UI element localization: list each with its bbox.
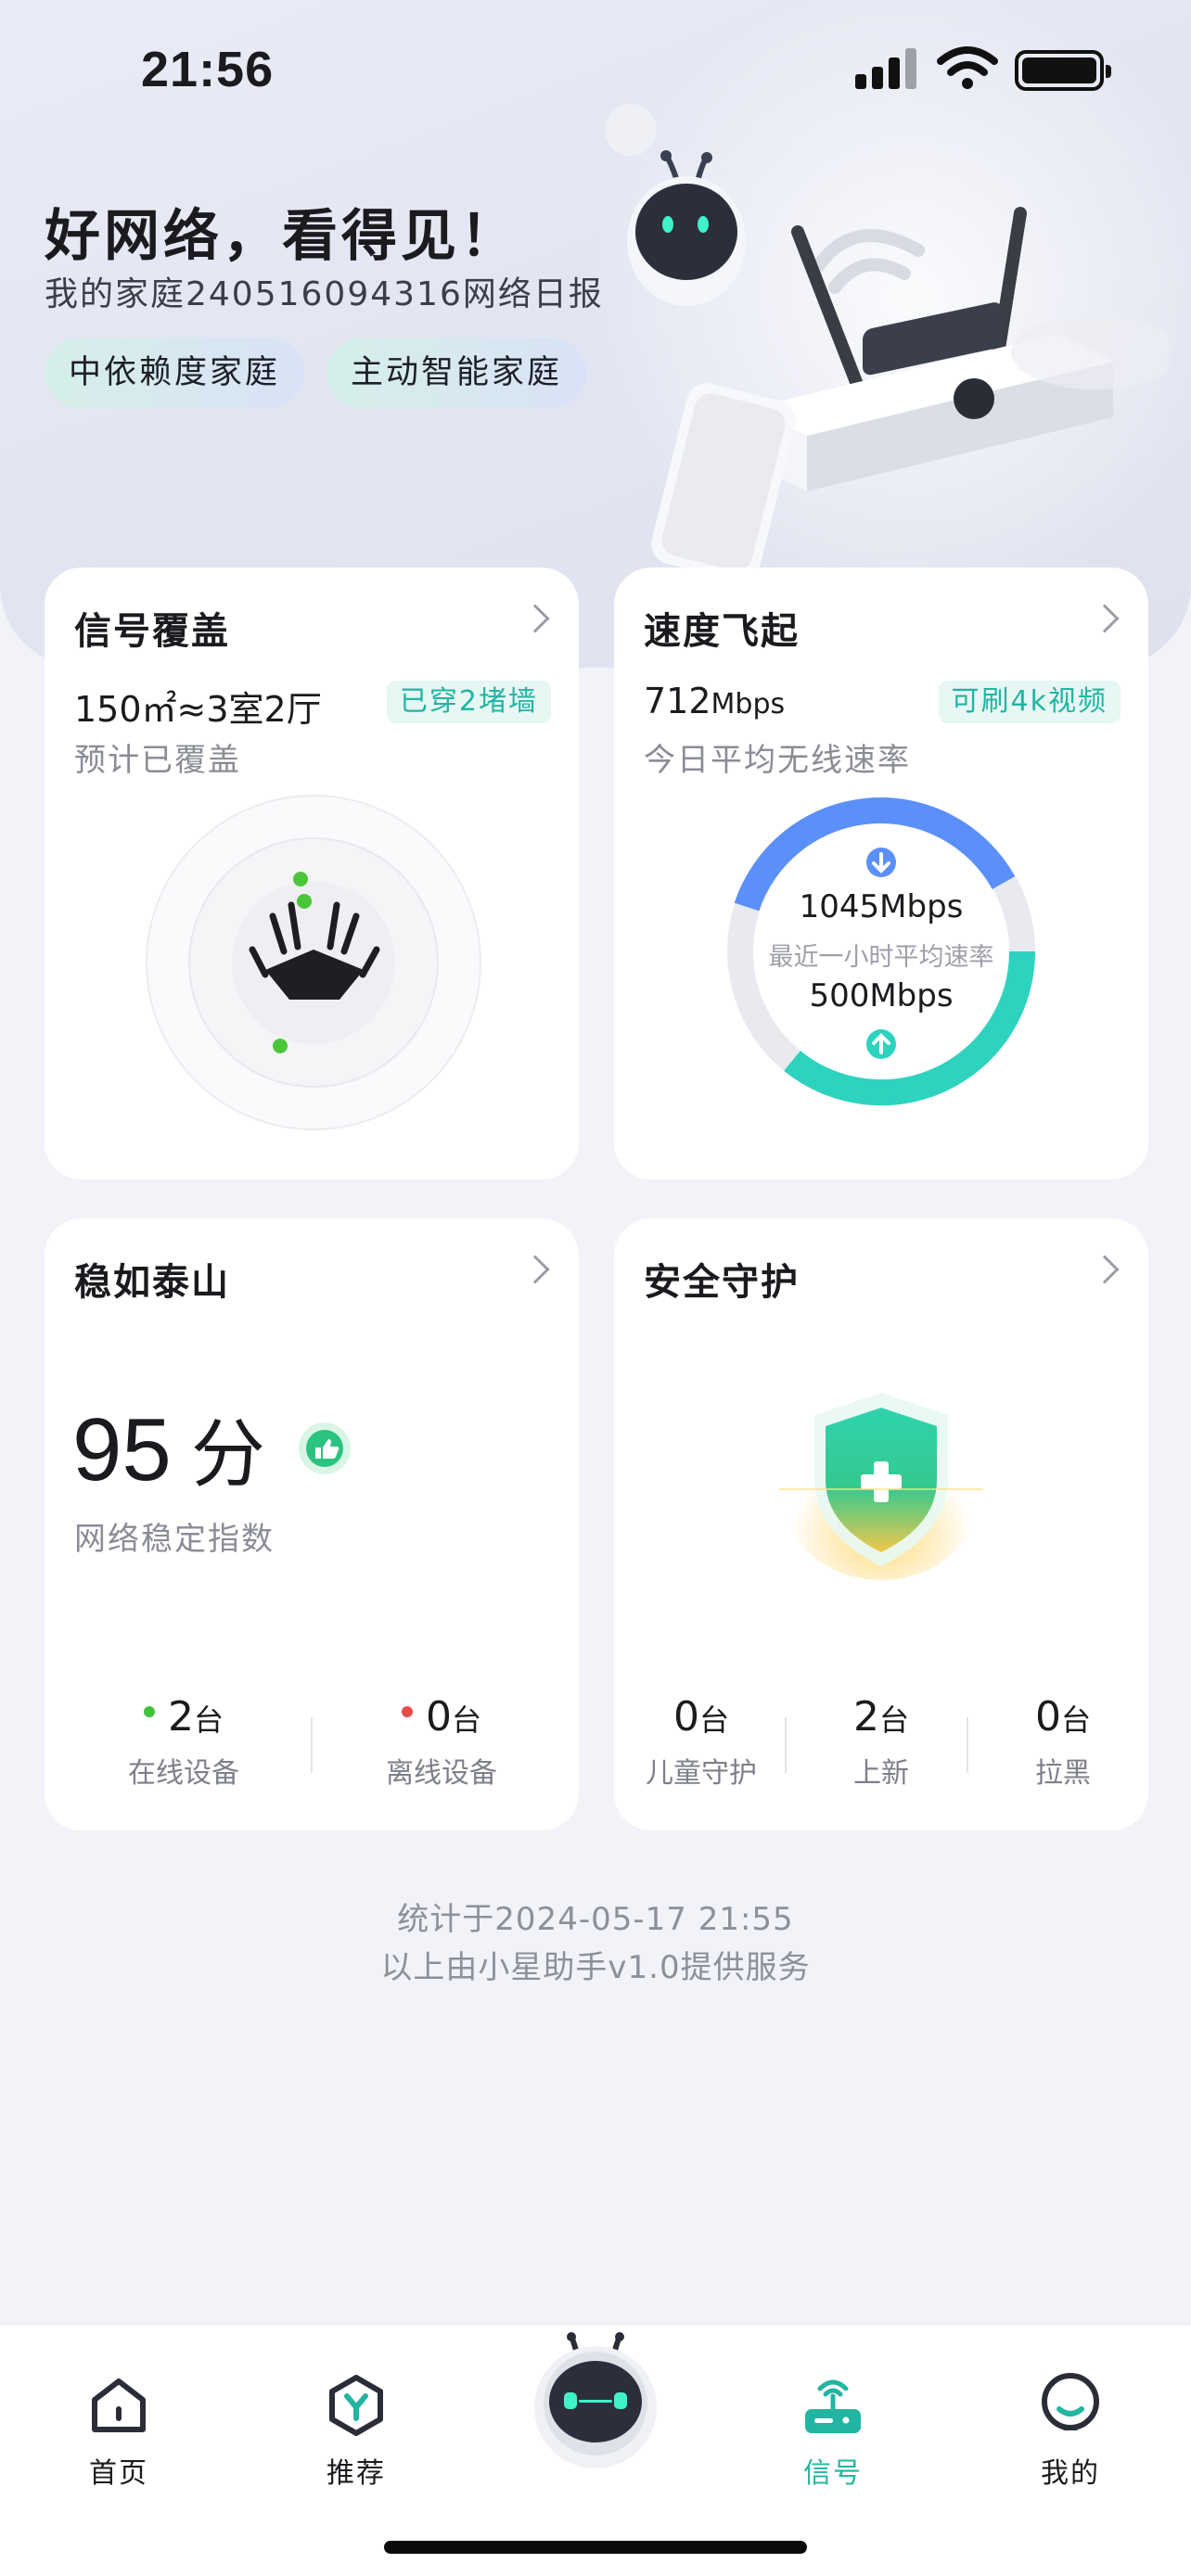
score-unit: 分 (190, 1411, 265, 1498)
card-title: 安全守护 (644, 1261, 800, 1304)
offline-devices[interactable]: 0台 离线设备 (339, 1693, 544, 1791)
coverage-caption: 预计已覆盖 (74, 742, 241, 779)
child-guard-stat[interactable]: 0台 儿童守护 (627, 1693, 775, 1791)
profile-icon (1042, 2373, 1099, 2430)
card-title: 信号覆盖 (74, 610, 230, 653)
stats-timestamp: 统计于2024-05-17 21:55 (397, 1901, 794, 1938)
new-devices-label: 上新 (853, 1757, 909, 1790)
tab-home[interactable]: 首页 (45, 2372, 193, 2491)
tab-recommend[interactable]: 推荐 (282, 2372, 430, 2491)
home-indicator[interactable] (384, 2541, 807, 2554)
hero-title: 好网络，看得见！ (45, 204, 519, 269)
download-speed: 1045Mbps (799, 888, 964, 925)
tab-label: 信号 (803, 2457, 863, 2490)
offline-label: 离线设备 (386, 1757, 497, 1790)
online-label: 在线设备 (128, 1757, 239, 1790)
blocked-unit: 台 (1060, 1702, 1091, 1738)
hero-subtitle: 我的家庭240516094316网络日报 (45, 275, 604, 313)
chevron-right-icon (1090, 1255, 1120, 1284)
stat-divider (785, 1717, 787, 1773)
blocked-stat[interactable]: 0台 拉黑 (989, 1693, 1137, 1791)
stat-divider (967, 1717, 968, 1773)
service-credit: 以上由小星助手v1.0提供服务 (380, 1949, 811, 1986)
status-time: 21:56 (141, 42, 275, 97)
coverage-area: 150㎡≈3室2厅 (74, 689, 322, 730)
blocked-label: 拉黑 (1035, 1757, 1091, 1790)
home-icon (92, 2378, 146, 2432)
stability-score: 95 分 (72, 1395, 265, 1502)
router-illustration (651, 207, 1169, 581)
offline-count: 0 (425, 1693, 452, 1741)
recommend-icon (329, 2375, 383, 2436)
average-speed: 712Mbps (644, 681, 785, 721)
coverage-radar (146, 795, 481, 1130)
security-shield-icon (779, 1393, 983, 1580)
gauge-caption: 最近一小时平均速率 (768, 943, 994, 972)
chevron-right-icon (520, 1255, 550, 1284)
tab-label: 推荐 (327, 2457, 386, 2490)
card-security[interactable]: 安全守护 0台 儿童守护 2台 上新 0台 拉黑 (614, 1218, 1148, 1830)
speed-caption: 今日平均无线速率 (644, 742, 911, 779)
tag-smart-home: 主动智能家庭 (327, 338, 587, 408)
offline-dot-icon (401, 1706, 413, 1717)
card-title: 稳如泰山 (74, 1261, 230, 1304)
tag-dependency: 中依赖度家庭 (45, 338, 305, 408)
online-dot-icon (143, 1706, 155, 1717)
card-speed[interactable]: 速度飞起 712Mbps 可刷4k视频 今日平均无线速率 1045Mbps 最近… (614, 567, 1148, 1180)
child-guard-unit: 台 (698, 1702, 729, 1738)
new-devices-stat[interactable]: 2台 上新 (807, 1693, 955, 1791)
card-stability[interactable]: 稳如泰山 95 分 网络稳定指数 2台 在线设备 0台 离线设备 (45, 1218, 579, 1830)
walls-badge: 已穿2堵墙 (386, 681, 551, 723)
hero-tags: 中依赖度家庭 主动智能家庭 (45, 338, 587, 408)
child-guard-count: 0 (672, 1693, 699, 1741)
online-devices[interactable]: 2台 在线设备 (82, 1693, 286, 1791)
battery-icon (1015, 50, 1111, 91)
online-unit: 台 (193, 1702, 224, 1738)
card-signal-coverage[interactable]: 信号覆盖 150㎡≈3室2厅 已穿2堵墙 预计已覆盖 (45, 567, 579, 1180)
blocked-count: 0 (1034, 1693, 1061, 1741)
chevron-right-icon (520, 604, 550, 633)
stat-divider (311, 1717, 313, 1773)
average-speed-unit: Mbps (711, 688, 786, 721)
upload-speed: 500Mbps (809, 977, 954, 1014)
router-signal-icon (805, 2379, 861, 2433)
thumbs-up-icon (299, 1422, 351, 1474)
tab-profile[interactable]: 我的 (996, 2372, 1145, 2491)
offline-unit: 台 (451, 1702, 481, 1738)
new-devices-count: 2 (852, 1693, 879, 1741)
stability-caption: 网络稳定指数 (74, 1521, 275, 1558)
tab-signal[interactable]: 信号 (759, 2372, 907, 2491)
online-count: 2 (167, 1693, 194, 1741)
status-bar: 21:56 (0, 0, 1191, 139)
chevron-right-icon (1090, 604, 1120, 633)
bottom-tab-bar: 首页 推荐 信号 我的 (0, 2326, 1191, 2576)
tab-label: 首页 (89, 2457, 148, 2490)
child-guard-label: 儿童守护 (646, 1757, 757, 1790)
card-title: 速度飞起 (644, 610, 800, 653)
4k-badge: 可刷4k视频 (938, 681, 1121, 723)
wifi-icon (937, 46, 998, 89)
robot-assistant-icon (534, 2332, 657, 2468)
tab-assistant[interactable] (521, 2326, 670, 2478)
average-speed-value: 712 (644, 681, 711, 721)
tab-label: 我的 (1041, 2457, 1100, 2490)
new-devices-unit: 台 (878, 1702, 909, 1738)
score-value: 95 (72, 1400, 172, 1499)
cellular-signal-icon (855, 48, 920, 89)
